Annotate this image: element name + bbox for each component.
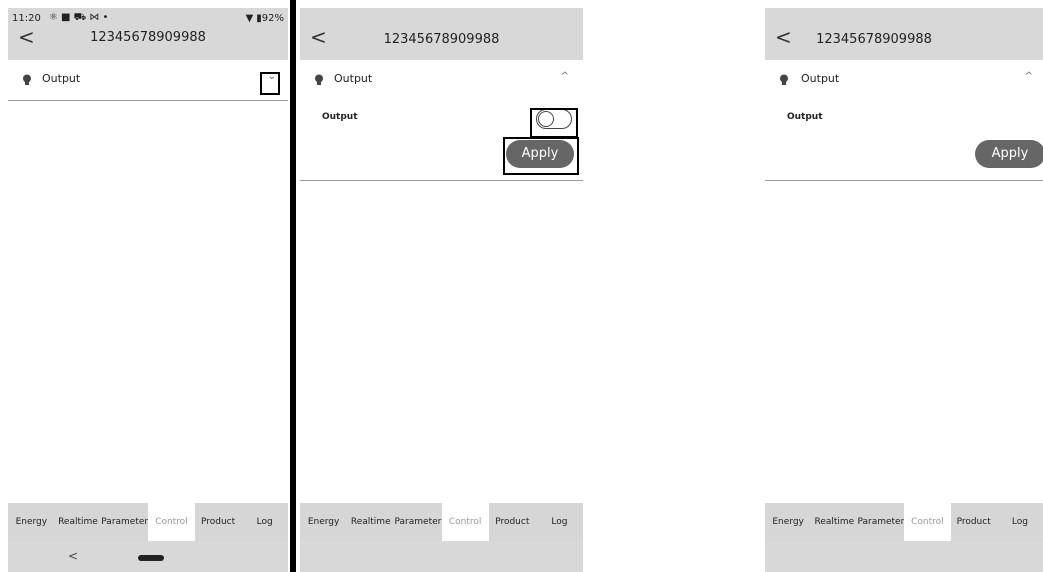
- output-section: Output ^ Output Apply: [765, 60, 1043, 181]
- highlight-box-toggle: [530, 108, 578, 138]
- tab-product[interactable]: Product: [489, 503, 536, 541]
- section-label: Output: [334, 72, 373, 85]
- output-section-header[interactable]: Output ^: [300, 60, 583, 98]
- highlight-box-apply: [503, 137, 579, 175]
- page-title: 12345678909988: [816, 32, 932, 47]
- tab-parameter[interactable]: Parameter: [857, 503, 904, 541]
- section-label: Output: [801, 72, 840, 85]
- chevron-up-icon[interactable]: ^: [1025, 71, 1033, 82]
- tab-parameter[interactable]: Parameter: [101, 503, 148, 541]
- tab-energy[interactable]: Energy: [300, 503, 347, 541]
- nav-home-pill[interactable]: [138, 555, 164, 561]
- highlight-box-expand: [260, 72, 280, 95]
- page-title: 12345678909988: [90, 30, 206, 45]
- tab-realtime[interactable]: Realtime: [347, 503, 394, 541]
- tab-control[interactable]: Control: [148, 503, 195, 541]
- system-nav-bar: [300, 541, 583, 572]
- tab-bar: Energy Realtime Parameter Control Produc…: [765, 503, 1043, 541]
- notification-icons: ⚛ ■ ⛟ ⋈ •: [48, 11, 109, 23]
- output-label: Output: [787, 112, 823, 122]
- tab-product[interactable]: Product: [195, 503, 242, 541]
- tab-realtime[interactable]: Realtime: [55, 503, 102, 541]
- tab-bar: Energy Realtime Parameter Control Produc…: [8, 503, 288, 541]
- status-time: 11:20: [12, 12, 41, 24]
- output-section-header[interactable]: Output ^: [765, 60, 1043, 98]
- tab-realtime[interactable]: Realtime: [811, 503, 857, 541]
- app-header: < 12345678909988: [765, 8, 1043, 60]
- tab-log[interactable]: Log: [997, 503, 1043, 541]
- apply-button[interactable]: Apply: [975, 140, 1043, 168]
- panel-divider: [290, 0, 296, 572]
- tab-control[interactable]: Control: [904, 503, 951, 541]
- output-label: Output: [322, 112, 358, 122]
- phone-screen-expanded: < 12345678909988 Output ^ Output Apply E…: [765, 8, 1043, 572]
- tab-parameter[interactable]: Parameter: [394, 503, 442, 541]
- tab-control[interactable]: Control: [441, 503, 489, 541]
- section-label: Output: [42, 72, 81, 85]
- tab-product[interactable]: Product: [951, 503, 997, 541]
- status-bar: 11:20 ⚛ ■ ⛟ ⋈ • ▼ ▮92%: [12, 11, 284, 25]
- phone-screen-expanded-highlighted: < 12345678909988 Output ^ Output Apply E…: [300, 8, 583, 572]
- lightbulb-icon: [780, 74, 788, 85]
- lightbulb-icon: [315, 74, 323, 85]
- chevron-up-icon[interactable]: ^: [561, 71, 569, 82]
- system-nav-bar: <: [8, 541, 288, 572]
- output-section-header[interactable]: Output ⌄: [8, 60, 288, 98]
- system-nav-bar: [765, 541, 1043, 572]
- tab-energy[interactable]: Energy: [765, 503, 811, 541]
- app-header: 11:20 ⚛ ■ ⛟ ⋈ • ▼ ▮92% < 12345678909988: [8, 8, 288, 60]
- tab-log[interactable]: Log: [536, 503, 583, 541]
- tab-energy[interactable]: Energy: [8, 503, 55, 541]
- lightbulb-icon: [23, 74, 31, 85]
- tab-bar: Energy Realtime Parameter Control Produc…: [300, 503, 583, 541]
- app-header: < 12345678909988: [300, 8, 583, 60]
- battery-indicator: ▮92%: [256, 12, 284, 24]
- tab-log[interactable]: Log: [241, 503, 288, 541]
- wifi-icon: ▼: [245, 12, 254, 24]
- page-title: 12345678909988: [383, 32, 500, 47]
- output-section: Output ⌄: [8, 60, 288, 101]
- nav-back-button[interactable]: <: [68, 549, 78, 563]
- phone-screen-collapsed: 11:20 ⚛ ■ ⛟ ⋈ • ▼ ▮92% < 12345678909988 …: [8, 8, 288, 572]
